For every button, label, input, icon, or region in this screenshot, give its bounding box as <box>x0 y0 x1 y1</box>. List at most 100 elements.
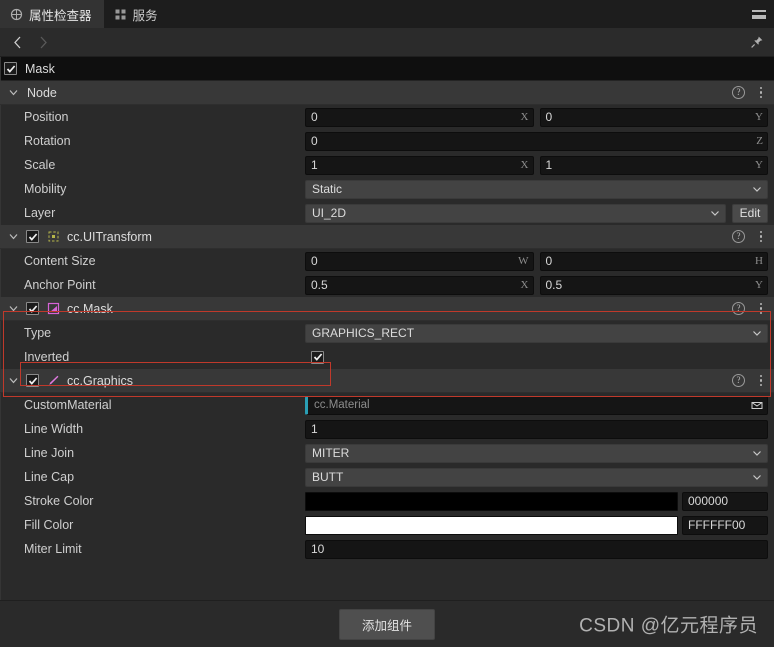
tab-inspector-label: 属性检查器 <box>29 8 92 23</box>
caret-down-icon[interactable] <box>6 86 20 100</box>
tab-bar: 属性检查器 服务 <box>0 0 774 28</box>
prop-row-stroke-color: Stroke Color 000000 <box>0 489 774 513</box>
prop-label-mask-type: Type <box>24 326 52 340</box>
anchor-point-x-axis-label: X <box>520 279 529 291</box>
fill-color-swatch[interactable] <box>305 515 678 535</box>
tab-services[interactable]: 服务 <box>104 0 170 28</box>
miter-limit-input[interactable]: 10 <box>305 539 768 559</box>
prop-row-mask-type: Type GRAPHICS_RECT <box>0 321 774 345</box>
scale-x-input[interactable]: 1 X <box>305 155 534 175</box>
chevron-down-icon <box>751 472 763 482</box>
hamburger-icon[interactable] <box>744 0 774 28</box>
section-header-graphics[interactable]: cc.Graphics ? <box>0 369 774 393</box>
scale-y-value: 1 <box>545 158 553 172</box>
line-join-value: MITER <box>312 446 350 460</box>
inspector-icon <box>10 8 23 21</box>
vertical-dots-icon[interactable] <box>754 230 768 243</box>
question-mark-icon[interactable]: ? <box>732 86 745 99</box>
anchor-point-y-input[interactable]: 0.5 Y <box>539 275 768 295</box>
prop-row-inverted: Inverted <box>0 345 774 369</box>
add-component-button[interactable]: 添加组件 <box>338 608 435 640</box>
prop-label-scale: Scale <box>24 158 56 172</box>
prop-label-stroke-color: Stroke Color <box>24 494 94 508</box>
pin-icon[interactable] <box>748 33 766 51</box>
miter-limit-value: 10 <box>311 542 325 556</box>
prop-row-line-join: Line Join MITER <box>0 441 774 465</box>
rotation-z-input[interactable]: 0 Z <box>305 131 768 151</box>
position-x-value: 0 <box>311 110 318 124</box>
asset-picker-icon[interactable] <box>750 399 763 411</box>
mask-icon <box>46 302 60 316</box>
prop-label-line-width: Line Width <box>24 422 84 436</box>
position-x-axis-label: X <box>520 111 529 123</box>
vertical-dots-icon[interactable] <box>754 374 768 387</box>
scale-x-axis-label: X <box>520 159 529 171</box>
line-join-dropdown[interactable]: MITER <box>305 443 768 463</box>
section-header-node[interactable]: Node ? <box>0 81 774 105</box>
stroke-color-swatch[interactable] <box>305 491 678 511</box>
mask-type-dropdown[interactable]: GRAPHICS_RECT <box>305 323 768 343</box>
prop-label-layer: Layer <box>24 206 56 220</box>
line-cap-dropdown[interactable]: BUTT <box>305 467 768 487</box>
vertical-dots-icon[interactable] <box>754 302 768 315</box>
question-mark-icon[interactable]: ? <box>732 374 745 387</box>
inverted-checkbox[interactable] <box>311 350 324 364</box>
chevron-down-icon <box>751 184 763 194</box>
caret-down-icon[interactable] <box>6 374 20 388</box>
custom-material-placeholder: cc.Material <box>314 399 370 411</box>
content-size-width-input[interactable]: 0 W <box>305 251 534 271</box>
tab-bar-spacer <box>170 0 744 28</box>
node-enabled-checkbox[interactable] <box>4 62 17 75</box>
graphics-enabled-checkbox[interactable] <box>26 374 39 387</box>
section-title-node: Node <box>27 85 57 100</box>
layer-edit-button[interactable]: Edit <box>732 203 768 223</box>
content-size-width-axis-label: W <box>518 255 529 267</box>
fill-color-hex-input[interactable]: FFFFFF00 <box>682 515 768 535</box>
vertical-dots-icon[interactable] <box>754 86 768 99</box>
rotation-z-axis-label: Z <box>756 135 763 147</box>
uitransform-enabled-checkbox[interactable] <box>26 230 39 243</box>
question-mark-icon[interactable]: ? <box>732 230 745 243</box>
line-width-input[interactable]: 1 <box>305 419 768 439</box>
section-title-mask: cc.Mask <box>67 301 113 316</box>
inspector-body[interactable]: Mask Node ? Position 0 X 0 Y Rotation 0 … <box>0 57 774 600</box>
prop-label-miter-limit: Miter Limit <box>24 542 82 556</box>
section-header-uitransform[interactable]: cc.UITransform ? <box>0 225 774 249</box>
prop-row-content-size: Content Size 0 W 0 H <box>0 249 774 273</box>
prop-label-line-join: Line Join <box>24 446 75 460</box>
scale-y-input[interactable]: 1 Y <box>539 155 768 175</box>
anchor-point-y-axis-label: Y <box>755 279 763 291</box>
prop-label-content-size: Content Size <box>24 254 96 268</box>
custom-material-field[interactable]: cc.Material <box>305 395 768 415</box>
prop-row-line-width: Line Width 1 <box>0 417 774 441</box>
prop-row-layer: Layer UI_2D Edit <box>0 201 774 225</box>
chevron-right-icon[interactable] <box>30 29 56 55</box>
chevron-down-icon <box>751 328 763 338</box>
tab-inspector[interactable]: 属性检查器 <box>0 0 104 28</box>
position-y-value: 0 <box>545 110 553 124</box>
anchor-point-x-input[interactable]: 0.5 X <box>305 275 534 295</box>
position-y-input[interactable]: 0 Y <box>539 107 768 127</box>
content-size-height-value: 0 <box>545 254 553 268</box>
stroke-color-hex-input[interactable]: 000000 <box>682 491 768 511</box>
uitransform-icon <box>46 230 60 244</box>
layer-dropdown[interactable]: UI_2D <box>305 203 726 223</box>
section-header-mask[interactable]: cc.Mask ? <box>0 297 774 321</box>
content-size-height-input[interactable]: 0 H <box>539 251 768 271</box>
prop-row-custom-material: CustomMaterial cc.Material <box>0 393 774 417</box>
prop-label-custom-material: CustomMaterial <box>24 398 112 412</box>
caret-down-icon[interactable] <box>6 230 20 244</box>
prop-row-miter-limit: Miter Limit 10 <box>0 537 774 561</box>
caret-down-icon[interactable] <box>6 302 20 316</box>
section-title-uitransform: cc.UITransform <box>67 229 152 244</box>
mask-type-value: GRAPHICS_RECT <box>312 326 415 340</box>
mask-enabled-checkbox[interactable] <box>26 302 39 315</box>
mobility-dropdown[interactable]: Static <box>305 179 768 199</box>
position-x-input[interactable]: 0 X <box>305 107 534 127</box>
chevron-left-icon[interactable] <box>4 29 30 55</box>
prop-label-line-cap: Line Cap <box>24 470 75 484</box>
prop-label-mobility: Mobility <box>24 182 67 196</box>
question-mark-icon[interactable]: ? <box>732 302 745 315</box>
footer-bar: 添加组件 CSDN @亿元程序员 <box>0 600 774 647</box>
prop-row-fill-color: Fill Color FFFFFF00 <box>0 513 774 537</box>
